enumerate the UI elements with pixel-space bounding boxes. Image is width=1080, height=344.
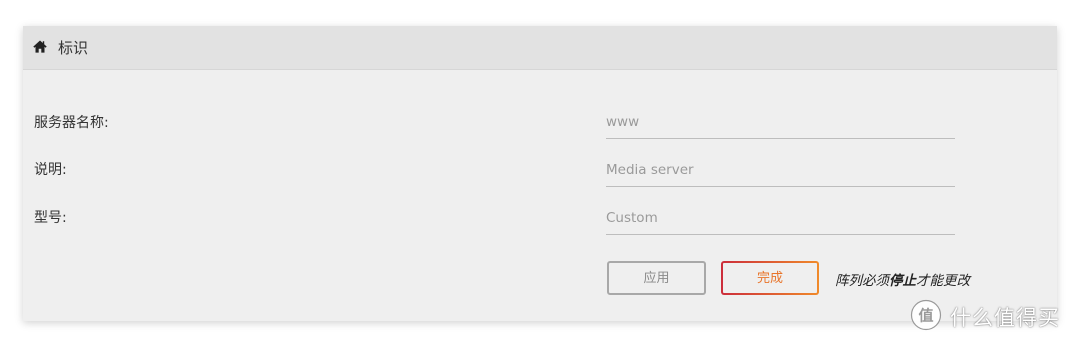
model-field	[606, 204, 955, 235]
model-label: 型号:	[34, 210, 67, 226]
done-button[interactable]: 完成	[721, 261, 819, 295]
zhi-logo-icon: 值	[910, 299, 942, 335]
svg-text:值: 值	[918, 307, 933, 325]
watermark: 值 什么值得买	[910, 299, 1060, 335]
server-name-input[interactable]	[606, 114, 955, 130]
description-input[interactable]	[606, 162, 955, 178]
server-name-label: 服务器名称:	[34, 115, 109, 131]
description-label: 说明:	[34, 162, 67, 178]
apply-button[interactable]: 应用	[607, 261, 706, 295]
description-field	[606, 156, 955, 187]
note-strong: 停止	[889, 273, 916, 289]
array-stop-note: 阵列必须停止才能更改	[835, 269, 970, 289]
note-prefix: 阵列必须	[835, 273, 889, 289]
identification-panel: 标识 服务器名称: 说明: 型号: 应用 完成 阵列必须停止才能更改	[23, 26, 1057, 321]
note-suffix: 才能更改	[916, 273, 970, 289]
panel-header: 标识	[23, 26, 1057, 70]
server-name-field	[606, 108, 955, 139]
model-input[interactable]	[606, 210, 955, 226]
watermark-text: 什么值得买	[950, 306, 1060, 330]
panel-title: 标识	[58, 39, 89, 57]
